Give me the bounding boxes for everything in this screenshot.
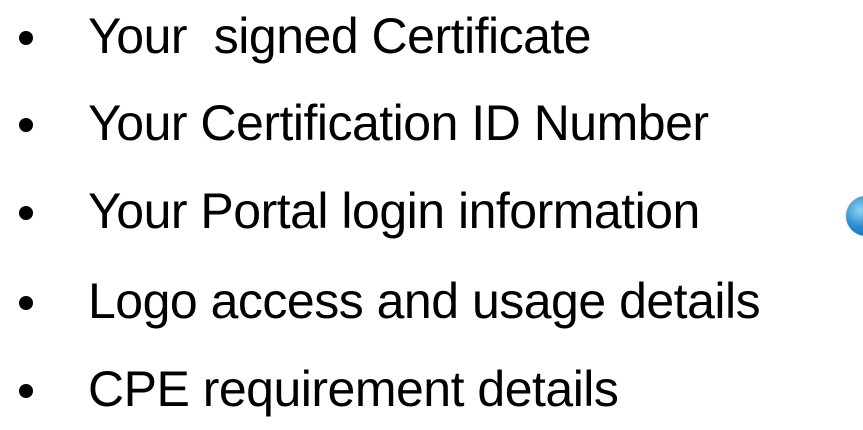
bullet-text: Your signed Certificate [88,8,592,64]
bullet-text: Your Certification ID Number [88,95,709,151]
bullet-text: Your Portal login information [88,183,700,239]
bullet-item-portal-login: Your Portal login information [0,176,863,246]
bullet-item-logo-access: Logo access and usage details [0,266,863,336]
bullet-item-certification-id: Your Certification ID Number [0,88,863,158]
bullet-dot-icon [19,118,33,132]
bullet-text: Logo access and usage details [88,273,761,329]
bullet-dot-icon [19,384,33,398]
bullet-item-cpe-requirement: CPE requirement details [0,354,863,424]
bullet-list: Your signed Certificate Your Certificati… [0,0,863,430]
bullet-dot-icon [19,296,33,310]
bullet-item-signed-certificate: Your signed Certificate [0,1,863,71]
bullet-dot-icon [19,31,33,45]
bullet-dot-icon [19,206,33,220]
slide: Your signed Certificate Your Certificati… [0,0,863,430]
bullet-text: CPE requirement details [88,361,619,417]
